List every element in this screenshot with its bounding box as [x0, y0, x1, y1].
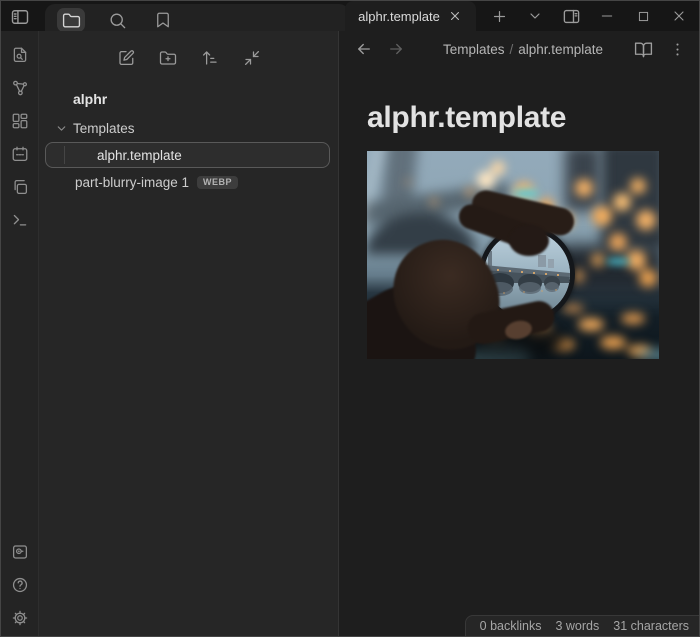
calendar-icon — [11, 145, 29, 163]
titlebar: alphr.template — [1, 1, 699, 31]
terminal-icon — [11, 211, 29, 229]
canvas-button[interactable] — [10, 111, 30, 131]
navigate-forward-button[interactable] — [387, 40, 405, 58]
close-icon — [671, 8, 687, 24]
help-icon — [11, 576, 29, 594]
navigate-back-button[interactable] — [355, 40, 373, 58]
word-count: 3 words — [555, 619, 599, 633]
photo-hand-fingertip — [509, 225, 549, 256]
gear-icon — [11, 609, 29, 627]
minimize-button[interactable] — [589, 1, 625, 31]
dots-vertical-icon — [669, 41, 686, 58]
explorer-header — [39, 43, 338, 75]
bookmark-icon — [154, 11, 172, 29]
maximize-button[interactable] — [625, 1, 661, 31]
sort-asc-icon — [201, 49, 219, 67]
workspace: alphr Templates alphr.template part-blur… — [1, 31, 699, 636]
book-open-icon — [634, 40, 653, 59]
new-note-button[interactable] — [112, 45, 140, 71]
graph-icon — [11, 79, 29, 97]
view-actions — [615, 39, 687, 59]
bookmarks-tab-button[interactable] — [149, 8, 177, 32]
view-header: Templates/alphr.template — [339, 31, 699, 67]
breadcrumb-parent[interactable]: Templates — [443, 42, 505, 57]
command-palette-button[interactable] — [10, 210, 30, 230]
collapse-icon — [243, 49, 261, 67]
more-options-button[interactable] — [667, 39, 687, 59]
breadcrumb: Templates/alphr.template — [431, 42, 615, 57]
left-sidebar-toggle-button[interactable] — [10, 7, 30, 27]
panel-left-icon — [10, 7, 30, 27]
collapse-all-button[interactable] — [238, 45, 266, 71]
maximize-icon — [636, 9, 651, 24]
ribbon — [1, 31, 39, 636]
search-tab-button[interactable] — [103, 8, 131, 32]
photo-building-silhouette — [601, 151, 659, 249]
file-search-icon — [11, 46, 29, 64]
folder-label: Templates — [73, 121, 135, 136]
tab-title: alphr.template — [358, 9, 440, 24]
vault-header[interactable]: alphr — [39, 87, 338, 111]
note-title: alphr.template — [367, 101, 669, 135]
tree-file-part-blurry-image[interactable]: part-blurry-image 1 WEBP — [39, 169, 338, 195]
reading-mode-button[interactable] — [633, 39, 653, 59]
minimize-icon — [599, 8, 615, 24]
daily-note-button[interactable] — [10, 144, 30, 164]
panel-right-icon — [562, 7, 581, 26]
file-tree: Templates alphr.template part-blurry-ima… — [39, 115, 338, 195]
obsidian-window: alphr.template — [0, 0, 700, 637]
templates-button[interactable] — [10, 177, 30, 197]
tab-close-button[interactable] — [448, 9, 463, 24]
photo-water-reflections — [367, 151, 387, 158]
new-folder-button[interactable] — [154, 45, 182, 71]
vault-icon — [11, 543, 29, 561]
nav-buttons — [355, 40, 431, 58]
window-controls — [481, 1, 697, 31]
close-window-button[interactable] — [661, 1, 697, 31]
right-sidebar-toggle-button[interactable] — [553, 1, 589, 31]
indent-guide — [64, 146, 65, 164]
quick-switcher-button[interactable] — [10, 45, 30, 65]
note-image[interactable] — [367, 151, 659, 359]
tree-file-alphr-template[interactable]: alphr.template — [45, 142, 330, 168]
tree-folder-templates[interactable]: Templates — [39, 115, 338, 141]
chevron-down-icon — [527, 8, 543, 24]
sort-order-button[interactable] — [196, 45, 224, 71]
photo-building-silhouette — [565, 151, 601, 211]
backlinks-count[interactable]: 0 backlinks — [480, 619, 542, 633]
tab-alphr-template[interactable]: alphr.template — [345, 1, 476, 31]
file-label: alphr.template — [97, 148, 182, 163]
help-button[interactable] — [10, 575, 30, 595]
plus-icon — [491, 8, 508, 25]
breadcrumb-current[interactable]: alphr.template — [518, 42, 603, 57]
character-count: 31 characters — [613, 619, 689, 633]
main-pane: Templates/alphr.template alphr.template — [339, 31, 699, 636]
files-tab-button[interactable] — [57, 8, 85, 32]
note-content: alphr.template — [339, 67, 699, 636]
folder-plus-icon — [159, 49, 177, 67]
file-label: part-blurry-image 1 — [75, 175, 189, 190]
new-note-icon — [117, 49, 135, 67]
file-explorer: alphr Templates alphr.template part-blur… — [39, 31, 339, 636]
vault-name: alphr — [73, 91, 107, 107]
chevron-down-icon — [55, 121, 69, 135]
breadcrumb-separator: / — [504, 42, 518, 57]
arrow-right-icon — [387, 40, 405, 58]
copy-icon — [11, 178, 29, 196]
folder-icon — [62, 11, 81, 30]
graph-view-button[interactable] — [10, 78, 30, 98]
tab-list-button[interactable] — [517, 1, 553, 31]
status-bar: 0 backlinks 3 words 31 characters — [465, 615, 699, 636]
layout-grid-icon — [11, 112, 29, 130]
close-icon — [448, 9, 462, 23]
new-tab-button[interactable] — [481, 1, 517, 31]
settings-button[interactable] — [10, 608, 30, 628]
open-vault-button[interactable] — [10, 542, 30, 562]
search-icon — [108, 11, 127, 30]
file-extension-badge: WEBP — [197, 176, 238, 189]
arrow-left-icon — [355, 40, 373, 58]
